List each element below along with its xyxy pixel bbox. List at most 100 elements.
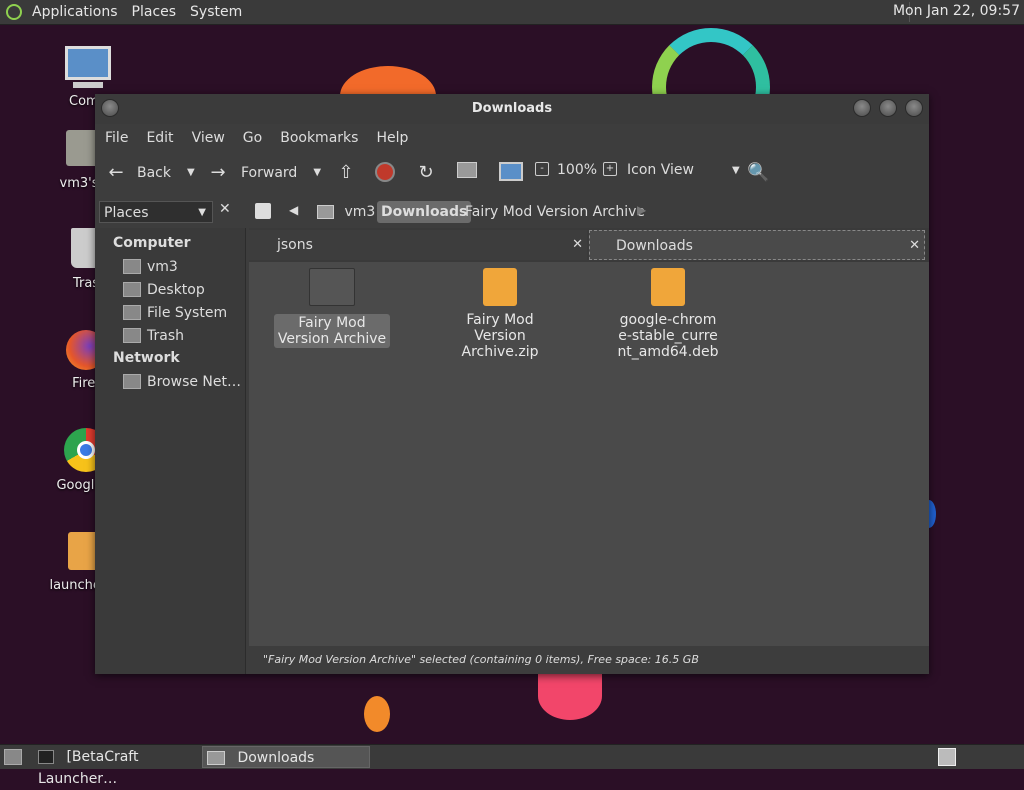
edit-location-icon[interactable] [255, 203, 271, 219]
sidebar-close-icon[interactable]: ✕ [219, 201, 231, 217]
menu-edit[interactable]: Edit [146, 130, 173, 146]
window-title: Downloads [471, 101, 553, 116]
window-menu-button[interactable] [101, 99, 119, 117]
desktop-orange-drop [364, 696, 390, 732]
zoom-out-button[interactable]: - [535, 162, 549, 176]
view-mode-select[interactable]: Icon View ▼ [627, 162, 740, 178]
trash-icon [123, 328, 141, 343]
back-dropdown-icon[interactable]: ▼ [187, 167, 195, 178]
sidebar-header-computer: Computer [113, 235, 191, 251]
sidebar-item-label: Desktop [147, 281, 205, 298]
reload-button[interactable]: ↻ [415, 162, 437, 183]
sidebar-item-label: Trash [147, 327, 184, 344]
top-panel: Applications Places System Mon Jan 22, 0… [0, 0, 1024, 25]
folder-icon [309, 268, 355, 306]
menu-file[interactable]: File [105, 130, 128, 146]
breadcrumb-fairy-mod[interactable]: Fairy Mod Version Archive [461, 201, 649, 223]
breadcrumb-label: Fairy Mod Version Archive [465, 204, 646, 220]
task-betacraft[interactable]: [BetaCraft Launcher… [38, 746, 198, 787]
task-downloads[interactable]: Downloads [202, 746, 370, 768]
breadcrumb-vm3[interactable]: vm3 [317, 201, 375, 223]
sidebar-item-vm3[interactable]: vm3 [123, 255, 245, 278]
file-item-zip[interactable]: Fairy Mod Version Archive.zip [435, 268, 565, 360]
tab-label: Downloads [616, 238, 693, 254]
up-button[interactable]: ⇧ [335, 162, 357, 183]
window-titlebar[interactable]: Downloads [95, 94, 929, 124]
home-icon [457, 162, 477, 178]
distro-logo-icon[interactable] [6, 4, 22, 20]
status-text: "Fairy Mod Version Archive" selected (co… [263, 653, 699, 666]
workspace-switcher[interactable] [938, 748, 956, 766]
search-button[interactable]: 🔍 [747, 162, 769, 183]
menu-go[interactable]: Go [243, 130, 262, 146]
stop-icon [375, 162, 395, 182]
places-sidebar: Computer vm3 Desktop File System Trash N… [95, 228, 246, 674]
zoom-level-label: 100% [557, 162, 598, 178]
tab-jsons[interactable]: jsons ✕ [249, 230, 587, 260]
computer-stand [73, 82, 103, 88]
sidebar-item-trash[interactable]: Trash [123, 324, 245, 347]
system-menu[interactable]: System [190, 4, 242, 20]
desktop-icon [123, 282, 141, 297]
forward-button[interactable]: → Forward ▼ [207, 162, 321, 183]
computer-icon [499, 162, 523, 181]
show-desktop-icon[interactable] [4, 749, 22, 765]
terminal-icon [38, 750, 54, 764]
file-pane: jsons ✕ Downloads ✕ Fairy Mod Version Ar… [249, 228, 929, 674]
file-item-label: Fairy Mod Version Archive [274, 314, 390, 348]
back-button[interactable]: ← Back ▼ [105, 162, 195, 183]
menu-help[interactable]: Help [376, 130, 408, 146]
forward-dropdown-icon[interactable]: ▼ [313, 167, 321, 178]
tab-close-icon[interactable]: ✕ [909, 231, 920, 261]
clock[interactable]: Mon Jan 22, 09:57 [893, 3, 1020, 19]
toolbar: ← Back ▼ → Forward ▼ ⇧ ↻ - 100% + Icon V… [95, 152, 929, 196]
file-manager-window: Downloads File Edit View Go Bookmarks He… [95, 94, 929, 674]
applications-menu[interactable]: Applications [32, 4, 118, 20]
archive-icon [483, 268, 517, 306]
sidebar-item-label: vm3 [147, 258, 178, 275]
zoom-in-icon: + [603, 162, 617, 176]
sidebar-selector-label: Places [104, 205, 149, 221]
sidebar-selector[interactable]: Places ▼ [99, 201, 213, 223]
home-folder-icon [123, 259, 141, 274]
zoom-in-button[interactable]: + [603, 162, 617, 176]
close-button[interactable] [905, 99, 923, 117]
places-menu[interactable]: Places [132, 4, 177, 20]
network-icon [123, 374, 141, 389]
back-label: Back [137, 164, 171, 181]
folder-icon [207, 751, 225, 765]
minimize-button[interactable] [853, 99, 871, 117]
maximize-button[interactable] [879, 99, 897, 117]
breadcrumb-right-arrow[interactable]: ▶ [637, 203, 646, 217]
sidebar-selector-dropdown-icon: ▼ [198, 207, 206, 218]
tab-close-icon[interactable]: ✕ [572, 230, 583, 260]
breadcrumb-downloads[interactable]: Downloads [377, 201, 472, 223]
stop-button[interactable] [375, 162, 395, 182]
forward-label: Forward [241, 164, 298, 181]
forward-arrow-icon: → [210, 162, 226, 183]
file-item-label: Fairy Mod Version Archive.zip [461, 312, 539, 360]
computer-button[interactable] [499, 162, 523, 181]
breadcrumb-label: Downloads [381, 204, 468, 220]
search-icon: 🔍 [747, 162, 770, 183]
zoom-level: 100% [557, 162, 597, 178]
file-item-deb[interactable]: google-chrome-stable_current_amd64.deb [603, 268, 733, 360]
computer-icon [65, 46, 111, 80]
sidebar-item-desktop[interactable]: Desktop [123, 278, 245, 301]
tab-downloads[interactable]: Downloads ✕ [589, 230, 925, 260]
view-mode-dropdown-icon: ▼ [731, 164, 740, 176]
file-item-folder[interactable]: Fairy Mod Version Archive [267, 268, 397, 348]
tab-bar: jsons ✕ Downloads ✕ [249, 228, 929, 262]
menu-view[interactable]: View [192, 130, 225, 146]
breadcrumb-left-arrow[interactable]: ◀ [289, 203, 298, 217]
sidebar-item-browse-network[interactable]: Browse Net… [123, 370, 245, 393]
package-icon [651, 268, 685, 306]
sidebar-header-network: Network [113, 350, 180, 366]
reload-icon: ↻ [418, 162, 434, 183]
sidebar-item-label: File System [147, 304, 228, 321]
home-button[interactable] [457, 162, 477, 178]
menu-bookmarks[interactable]: Bookmarks [280, 130, 358, 146]
file-item-label: google-chrome-stable_current_amd64.deb [617, 312, 719, 360]
menu-bar: File Edit View Go Bookmarks Help [95, 124, 929, 152]
sidebar-item-file-system[interactable]: File System [123, 301, 245, 324]
